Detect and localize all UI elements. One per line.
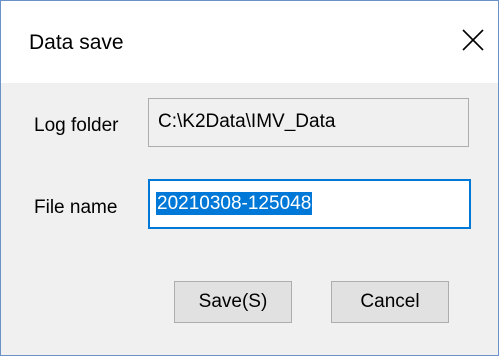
close-icon	[462, 29, 484, 51]
file-name-value: 20210308-125048	[156, 192, 313, 215]
data-save-dialog: Data save Log folder C:\K2Data\IMV_Data …	[0, 0, 499, 356]
dialog-title: Data save	[29, 31, 124, 54]
log-folder-field: C:\K2Data\IMV_Data	[148, 98, 469, 147]
title-bar: Data save	[1, 1, 498, 83]
log-folder-value: C:\K2Data\IMV_Data	[158, 111, 336, 132]
cancel-button[interactable]: Cancel	[331, 281, 449, 323]
save-button[interactable]: Save(S)	[174, 281, 292, 323]
file-name-input[interactable]: 20210308-125048	[148, 179, 471, 229]
log-folder-label: Log folder	[34, 115, 119, 136]
close-button[interactable]	[450, 15, 498, 63]
file-name-label: File name	[34, 197, 118, 218]
